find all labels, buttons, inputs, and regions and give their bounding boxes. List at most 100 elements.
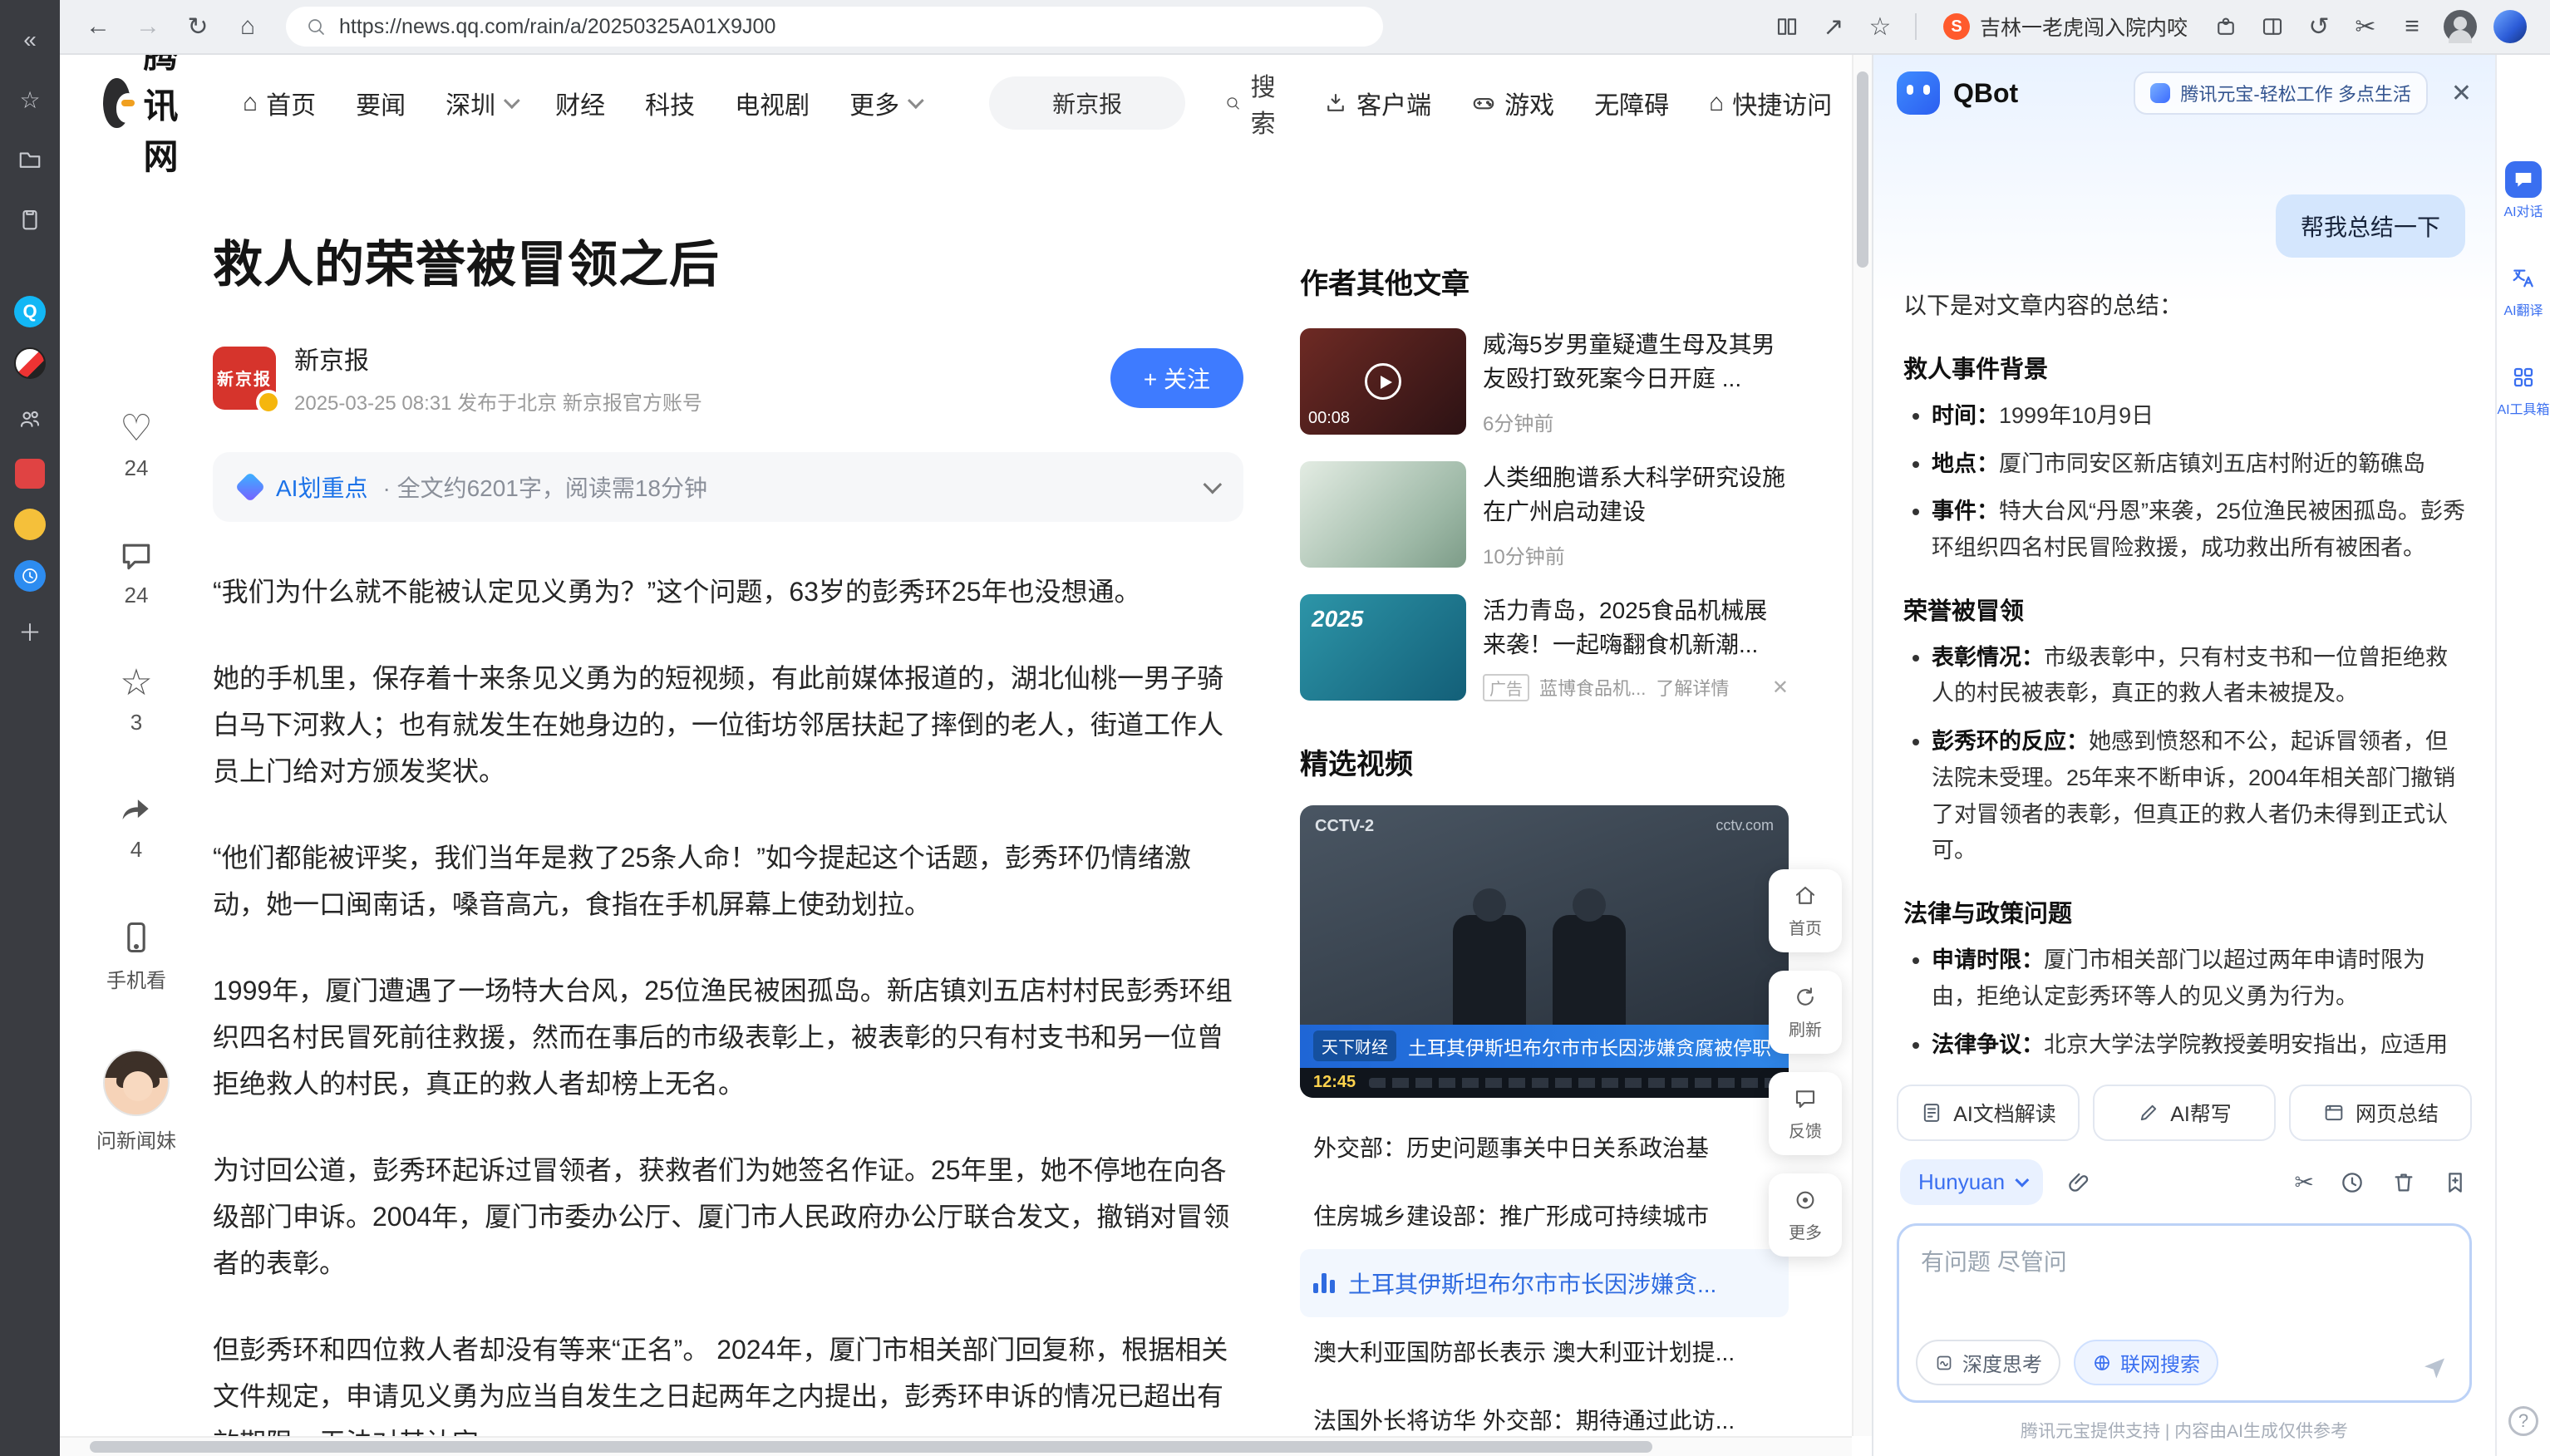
page-summary-button[interactable]: 网页总结: [2289, 1085, 2472, 1141]
summary-section-heading: 法律与政策问题: [1903, 894, 2465, 929]
close-icon[interactable]: ✕: [1772, 676, 1789, 700]
ai-translate-tool[interactable]: AI翻译: [2503, 260, 2543, 319]
refresh-button[interactable]: 刷新: [1769, 971, 1842, 1054]
web-search-toggle[interactable]: 联网搜索: [2074, 1340, 2218, 1385]
red-app-icon[interactable]: [15, 459, 45, 489]
video-list-item[interactable]: 澳大利亚国防部长表示 澳大利亚计划提...: [1300, 1317, 1789, 1385]
profile-avatar[interactable]: [2493, 10, 2527, 43]
source-avatar[interactable]: 新京报: [213, 347, 276, 410]
yellow-app-icon[interactable]: [14, 509, 46, 540]
tab-layout-button[interactable]: [2251, 7, 2294, 47]
qbot-input[interactable]: [1899, 1226, 2469, 1329]
close-icon[interactable]: ✕: [2451, 79, 2472, 108]
screenshot-button[interactable]: ✂: [2344, 7, 2387, 47]
qq-app-icon[interactable]: Q: [14, 296, 46, 327]
summary-intro: 以下是对文章内容的总结：: [1903, 288, 2465, 325]
clock-app-icon[interactable]: [14, 560, 46, 592]
notes-button[interactable]: [12, 201, 48, 238]
scrollbar-thumb[interactable]: [1857, 71, 1868, 268]
favorites-button[interactable]: ☆: [12, 81, 48, 118]
yuanbao-promo-button[interactable]: 腾讯元宝-轻松工作 多点生活: [2134, 71, 2427, 115]
bookmark-add-icon[interactable]: [2442, 1169, 2469, 1196]
nav-item-city[interactable]: 深圳: [446, 85, 515, 121]
ai-doc-read-button[interactable]: AI文档解读: [1897, 1085, 2080, 1141]
related-title[interactable]: 人类细胞谱系大科学研究设施在广州启动建设: [1483, 461, 1789, 529]
nav-item-tv[interactable]: 电视剧: [735, 85, 810, 121]
reader-mode-button[interactable]: [1765, 7, 1809, 47]
vertical-scrollbar[interactable]: [1852, 55, 1872, 1436]
client-app-link[interactable]: 客户端: [1323, 85, 1431, 121]
quick-access-link[interactable]: ⌂快捷访问: [1709, 85, 1832, 121]
folder-button[interactable]: [12, 141, 48, 178]
ad-title[interactable]: 活力青岛，2025食品机械展来袭！一起嗨翻食机新潮...: [1483, 594, 1789, 662]
forward-button[interactable]: →: [126, 7, 170, 47]
source-name[interactable]: 新京报: [294, 340, 702, 376]
address-bar[interactable]: https://news.qq.com/rain/a/20250325A01X9…: [286, 7, 1383, 47]
chevron-down-icon[interactable]: [1204, 475, 1223, 494]
user-avatar[interactable]: [2444, 10, 2477, 43]
collapse-sidebar-button[interactable]: «: [12, 22, 48, 58]
related-title[interactable]: 威海5岁男童疑遭生母及其男友殴打致死案今日开庭 ...: [1483, 328, 1789, 396]
ad-badge: 广告: [1483, 674, 1529, 701]
browser-home-button[interactable]: ⌂: [226, 7, 269, 47]
screenshot-icon[interactable]: ✂: [2295, 1168, 2314, 1196]
back-to-home-button[interactable]: 首页: [1769, 869, 1842, 952]
video-list-item-active[interactable]: 土耳其伊斯坦布尔市市长因涉嫌贪...: [1300, 1249, 1789, 1317]
feedback-button[interactable]: 反馈: [1769, 1072, 1842, 1155]
qbot-input-box[interactable]: 深度思考 联网搜索: [1897, 1223, 2472, 1403]
send-page-button[interactable]: ↗: [1812, 7, 1855, 47]
back-button[interactable]: ←: [76, 7, 120, 47]
site-search-button[interactable]: 搜索: [1225, 66, 1283, 140]
trash-icon[interactable]: [2390, 1169, 2417, 1196]
horizontal-scrollbar[interactable]: [60, 1436, 1852, 1456]
bookmark-star-button[interactable]: ☆: [1858, 7, 1902, 47]
comment-button[interactable]: 24: [118, 538, 155, 608]
help-button[interactable]: ?: [2508, 1406, 2538, 1436]
send-button[interactable]: [2420, 1352, 2449, 1382]
model-selector[interactable]: Hunyuan: [1900, 1159, 2043, 1205]
games-link[interactable]: 游戏: [1471, 85, 1554, 121]
deep-think-toggle[interactable]: 深度思考: [1916, 1340, 2060, 1385]
nav-item-more[interactable]: 更多: [849, 85, 919, 121]
contacts-button[interactable]: [12, 401, 48, 437]
news-assistant-button[interactable]: 问新闻妹: [96, 1050, 176, 1153]
video-list-item[interactable]: 外交部：历史问题事关中日关系政治基: [1300, 1113, 1789, 1181]
list-item[interactable]: 00:08 威海5岁男童疑遭生母及其男友殴打致死案今日开庭 ... 6分钟前: [1300, 328, 1789, 436]
attachment-icon[interactable]: [2066, 1169, 2093, 1196]
share-button[interactable]: 4: [118, 792, 155, 863]
scrollbar-thumb[interactable]: [90, 1441, 1652, 1453]
more-button[interactable]: 更多: [1769, 1173, 1842, 1257]
history-button[interactable]: ↺: [2297, 7, 2341, 47]
browser-side-dock: « ☆ Q ＋: [0, 0, 60, 1456]
site-search-input[interactable]: [989, 76, 1185, 130]
history-icon[interactable]: [2339, 1169, 2365, 1196]
list-item[interactable]: 人类细胞谱系大科学研究设施在广州启动建设 10分钟前: [1300, 461, 1789, 569]
mobile-view-button[interactable]: 手机看: [106, 919, 166, 993]
ai-write-button[interactable]: AI帮写: [2093, 1085, 2276, 1141]
ai-chat-tool[interactable]: AI对话: [2503, 161, 2543, 220]
search-icon: [1225, 91, 1240, 115]
video-thumbnail[interactable]: 00:08: [1300, 328, 1466, 435]
extensions-button[interactable]: [2204, 7, 2247, 47]
add-app-button[interactable]: ＋: [12, 613, 48, 650]
nav-item-news[interactable]: 要闻: [356, 85, 406, 121]
ad-thumbnail[interactable]: 2025: [1300, 594, 1466, 701]
ai-digest-bar[interactable]: AI划重点 · 全文约6201字，阅读需18分钟: [213, 452, 1243, 522]
follow-button[interactable]: + 关注: [1110, 348, 1243, 408]
reload-button[interactable]: ↻: [176, 7, 219, 47]
video-list-item[interactable]: 住房城乡建设部：推广形成可持续城市: [1300, 1181, 1789, 1249]
ad-cta-link[interactable]: 了解详情: [1656, 674, 1729, 701]
favorite-button[interactable]: ☆ 3: [120, 665, 152, 735]
nav-item-home[interactable]: ⌂首页: [243, 85, 316, 121]
nav-item-tech[interactable]: 科技: [645, 85, 695, 121]
featured-video-player[interactable]: CCTV-2 cctv.com 天下财经 土耳其伊斯坦布尔市市长因涉嫌贪腐被停职…: [1300, 805, 1789, 1098]
article-thumbnail[interactable]: [1300, 461, 1466, 568]
penguin-app-icon[interactable]: [14, 347, 46, 379]
menu-button[interactable]: ≡: [2390, 7, 2434, 47]
list-item-ad[interactable]: 2025 活力青岛，2025食品机械展来袭！一起嗨翻食机新潮... 广告 蓝博食…: [1300, 594, 1789, 701]
ai-toolbox-tool[interactable]: AI工具箱: [2497, 359, 2549, 418]
nav-item-finance[interactable]: 财经: [555, 85, 605, 121]
accessibility-link[interactable]: 无障碍: [1594, 85, 1669, 121]
like-button[interactable]: ♡ 24: [120, 411, 152, 481]
news-ticker-widget[interactable]: S 吉林一老虎闯入院内咬: [1930, 8, 2201, 45]
